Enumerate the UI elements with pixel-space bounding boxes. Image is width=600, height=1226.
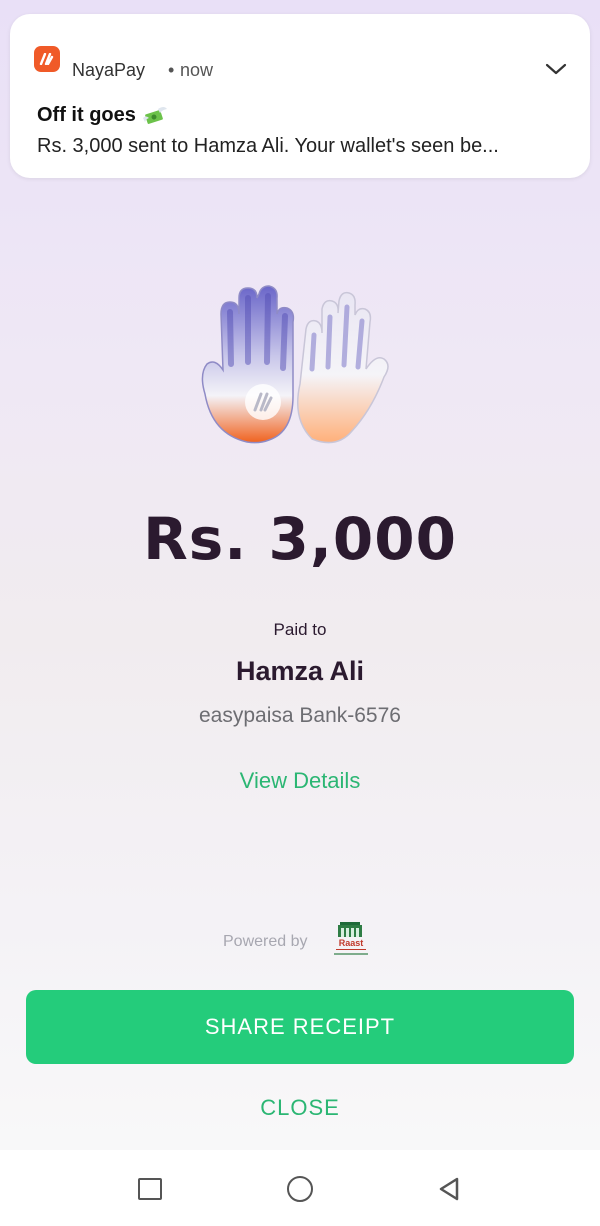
notification-title-text: Off it goes [37, 104, 136, 126]
recipient-name: Hamza Ali [235, 656, 365, 686]
system-nav-bar [0, 1150, 600, 1226]
money-with-wings-icon [142, 106, 167, 124]
paid-to-label: Paid to [273, 620, 327, 639]
hands-illustration [201, 285, 389, 444]
share-receipt-button[interactable]: SHARE RECEIPT [26, 990, 574, 1064]
notification-app-name: NayaPay [72, 60, 146, 80]
close-button[interactable]: CLOSE [0, 1095, 600, 1121]
home-icon[interactable] [287, 1176, 313, 1202]
back-icon[interactable] [436, 1176, 462, 1202]
powered-by-label: Powered by [223, 933, 308, 950]
recent-apps-icon[interactable] [138, 1178, 162, 1200]
nayapay-app-icon [34, 46, 60, 72]
chevron-down-icon[interactable] [544, 60, 568, 78]
notification-card[interactable]: NayaPay • now Off it goes Rs. 3,000 sent… [10, 14, 590, 178]
svg-text:Raast: Raast [339, 938, 364, 948]
view-details-link[interactable]: View Details [0, 768, 600, 794]
payment-amount: Rs. 3,000 [143, 505, 457, 573]
notification-separator: • [168, 60, 175, 80]
notification-title: Off it goes [37, 104, 168, 127]
notification-time: now [180, 60, 214, 80]
notification-body: Rs. 3,000 sent to Hamza Ali. Your wallet… [37, 135, 499, 157]
raast-logo: Raast [334, 922, 368, 955]
recipient-bank-account: easypaisa Bank-6576 [199, 704, 401, 727]
